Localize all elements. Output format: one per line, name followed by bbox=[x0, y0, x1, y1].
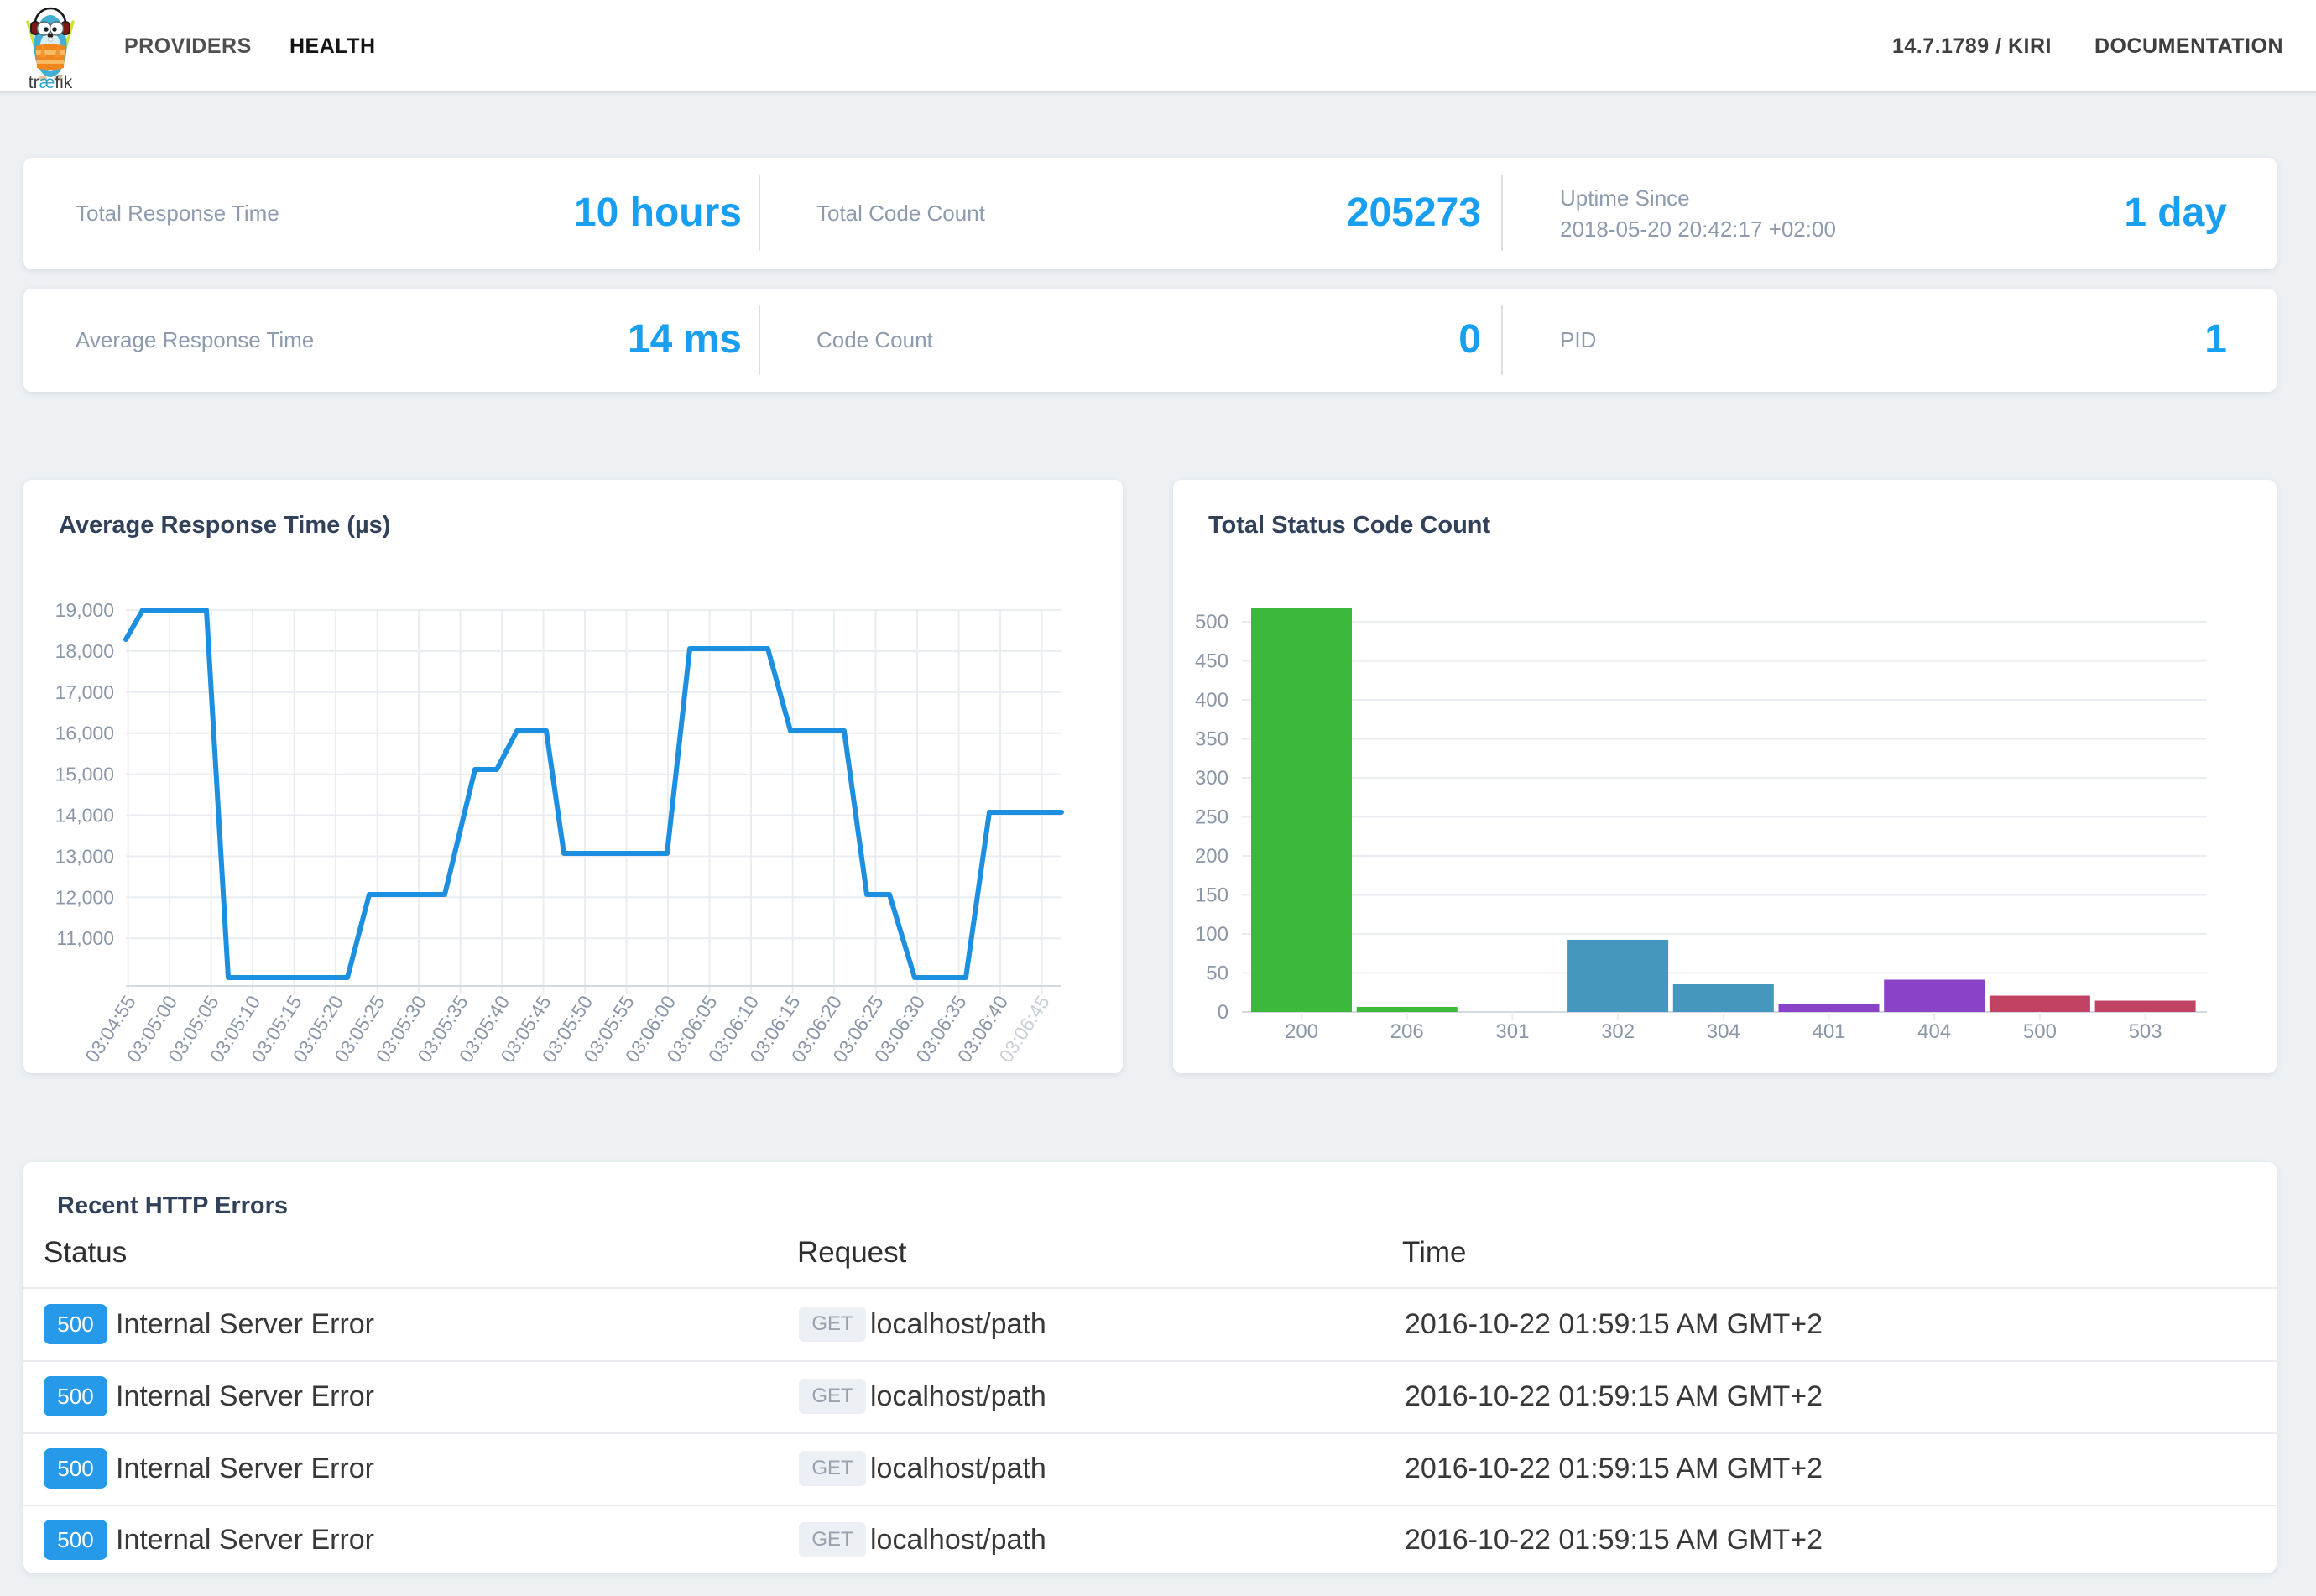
svg-text:503: 503 bbox=[2129, 1020, 2162, 1043]
svg-text:250: 250 bbox=[1195, 806, 1228, 829]
svg-text:16,000: 16,000 bbox=[55, 722, 114, 744]
svg-text:500: 500 bbox=[2023, 1020, 2057, 1043]
svg-text:træfik: træfik bbox=[29, 73, 73, 90]
svg-text:50: 50 bbox=[1206, 962, 1228, 985]
svg-text:11,000: 11,000 bbox=[56, 927, 114, 949]
svg-text:0: 0 bbox=[1218, 1001, 1228, 1024]
svg-text:300: 300 bbox=[1195, 767, 1228, 790]
svg-text:401: 401 bbox=[1812, 1020, 1845, 1043]
svg-text:18,000: 18,000 bbox=[55, 640, 114, 662]
svg-text:19,000: 19,000 bbox=[55, 599, 114, 621]
svg-text:13,000: 13,000 bbox=[55, 845, 114, 867]
svg-text:350: 350 bbox=[1195, 728, 1228, 751]
svg-text:400: 400 bbox=[1195, 689, 1228, 712]
svg-text:15,000: 15,000 bbox=[55, 764, 114, 785]
svg-text:500: 500 bbox=[1195, 611, 1228, 634]
svg-text:301: 301 bbox=[1495, 1020, 1529, 1043]
svg-text:302: 302 bbox=[1601, 1020, 1635, 1043]
svg-text:150: 150 bbox=[1195, 884, 1228, 907]
svg-text:450: 450 bbox=[1195, 650, 1228, 673]
svg-text:14,000: 14,000 bbox=[55, 805, 114, 827]
svg-text:206: 206 bbox=[1390, 1020, 1424, 1043]
svg-text:17,000: 17,000 bbox=[55, 681, 114, 703]
svg-text:404: 404 bbox=[1917, 1020, 1951, 1043]
svg-text:12,000: 12,000 bbox=[55, 886, 114, 908]
svg-text:100: 100 bbox=[1195, 923, 1228, 946]
svg-text:304: 304 bbox=[1707, 1020, 1740, 1043]
svg-text:200: 200 bbox=[1285, 1020, 1318, 1043]
svg-text:200: 200 bbox=[1195, 845, 1228, 868]
